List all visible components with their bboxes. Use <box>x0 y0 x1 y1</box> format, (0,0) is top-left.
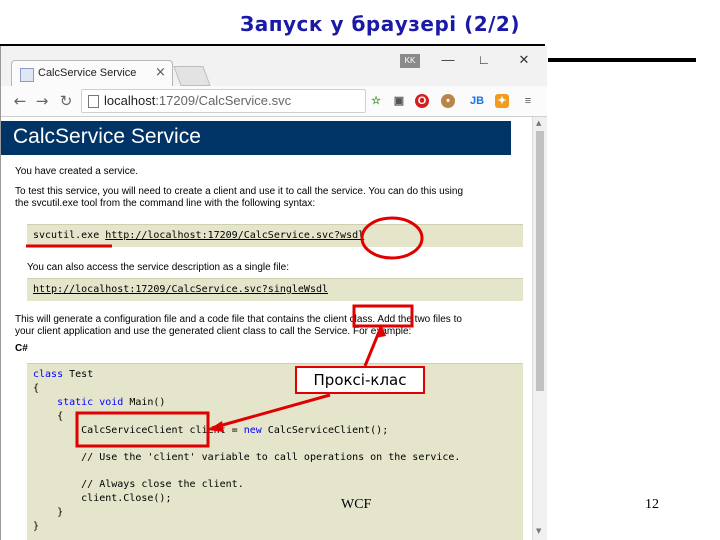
page-favicon-icon <box>20 68 34 82</box>
instructions-line1: To test this service, you will need to c… <box>15 186 464 197</box>
ext-orange-icon[interactable]: ✦ <box>495 94 509 108</box>
vertical-scrollbar[interactable]: ▲ ▼ <box>532 117 547 540</box>
single-wsdl-link[interactable]: http://localhost:17209/CalcService.svc?s… <box>33 284 328 295</box>
scrollbar-thumb[interactable] <box>536 131 544 391</box>
code-line: { <box>33 411 64 422</box>
service-header-title: CalcService Service <box>13 125 201 148</box>
code-comment: // Always close the client. <box>33 479 244 490</box>
restore-button[interactable]: ∟ <box>469 52 499 67</box>
browser-toolbar: ← → ↻ localhost:17209/CalcService.svc ☆ … <box>1 86 547 117</box>
menu-icon[interactable]: ≡ <box>521 94 535 108</box>
wsdl-link[interactable]: http://localhost:17209/CalcService.svc?w… <box>105 230 364 241</box>
single-file-text: You can also access the service descript… <box>27 262 289 273</box>
svcutil-command-box: svcutil.exe http://localhost:17209/CalcS… <box>27 224 523 247</box>
code-line: static void Main() <box>33 397 166 408</box>
code-line: client.Close(); <box>33 493 172 504</box>
browser-window: CalcService Service × KK — ∟ ✕ ← → ↻ loc… <box>0 46 547 540</box>
code-line: } <box>33 521 40 532</box>
new-tab-button[interactable] <box>173 66 211 86</box>
reload-icon[interactable]: ↻ <box>57 92 75 110</box>
instructions-line2: the svcutil.exe tool from the command li… <box>15 198 316 209</box>
tab-close-icon[interactable]: × <box>155 65 166 80</box>
code-comment: // Use the 'client' variable to call ope… <box>33 452 461 463</box>
page-number: 12 <box>645 497 659 512</box>
proxy-class-callout: Проксі-клас <box>295 366 425 394</box>
address-url: localhost:17209/CalcService.svc <box>104 93 292 108</box>
tab-strip: CalcService Service × KK — ∟ ✕ <box>1 46 547 87</box>
title-divider-right <box>548 58 696 62</box>
generate-line2: your client application and use the gene… <box>15 326 412 337</box>
slide-title: Запуск у браузері (2/2) <box>239 12 520 36</box>
code-line: } <box>33 507 64 518</box>
code-line: { <box>33 383 40 394</box>
opera-icon[interactable]: O <box>415 94 429 108</box>
cast-icon[interactable]: ▣ <box>392 94 406 108</box>
arrow-left-icon[interactable]: ← <box>11 92 29 110</box>
footer-label: WCF <box>341 497 372 512</box>
tab-label: CalcService Service <box>38 67 137 79</box>
profile-badge[interactable]: KK <box>400 54 420 68</box>
code-line: class Test <box>33 369 94 380</box>
scroll-up-icon[interactable]: ▲ <box>536 119 541 127</box>
intro-text: You have created a service. <box>15 166 139 177</box>
single-wsdl-box: http://localhost:17209/CalcService.svc?s… <box>27 278 523 301</box>
code-sample-box: class Test { static void Main() { CalcSe… <box>27 363 523 540</box>
bookmark-star-icon[interactable]: ☆ <box>369 94 383 108</box>
jb-icon[interactable]: JB <box>467 94 487 108</box>
page-content: CalcService Service You have created a s… <box>1 117 532 540</box>
code-line: CalcServiceClient client = new CalcServi… <box>33 425 389 436</box>
arrow-right-icon[interactable]: → <box>33 92 51 110</box>
language-label: C# <box>15 343 28 354</box>
service-header: CalcService Service <box>1 121 511 155</box>
tab-calcservice[interactable]: CalcService Service × <box>11 60 173 87</box>
close-window-button[interactable]: ✕ <box>509 52 539 68</box>
scroll-down-icon[interactable]: ▼ <box>536 527 541 535</box>
generate-line1: This will generate a configuration file … <box>15 314 462 325</box>
page-icon <box>88 95 99 108</box>
minimize-button[interactable]: — <box>433 52 463 67</box>
address-bar[interactable]: localhost:17209/CalcService.svc <box>81 89 366 113</box>
cookie-icon[interactable]: • <box>441 94 455 108</box>
svcutil-command: svcutil.exe http://localhost:17209/CalcS… <box>33 230 365 241</box>
